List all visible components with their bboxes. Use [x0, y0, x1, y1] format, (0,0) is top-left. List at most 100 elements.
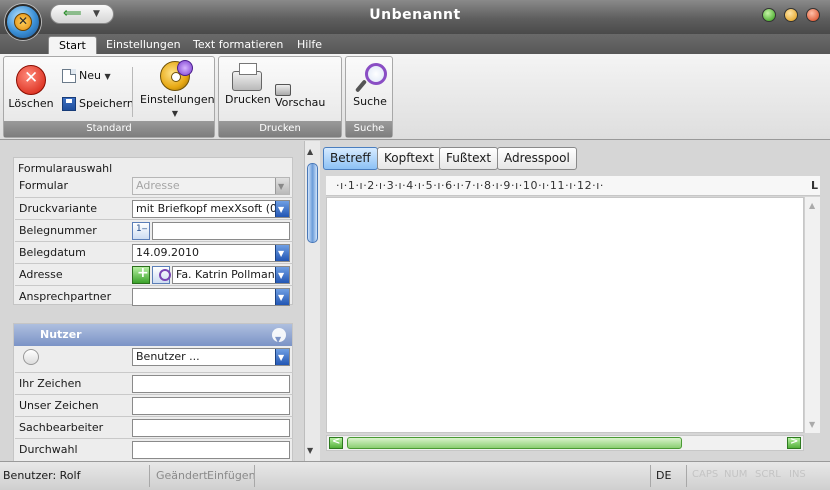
row-formular: Formular Adresse — [15, 175, 293, 197]
formular-dropdown-icon[interactable] — [275, 178, 289, 194]
status-scrl: SCRL — [755, 469, 781, 480]
user-section-header[interactable]: Nutzer — [14, 324, 292, 351]
row-durchwahl: Durchwahl — [15, 438, 293, 460]
row-druckvariante: Druckvariante mit Briefkopf mexXsoft (0) — [15, 197, 293, 219]
status-user: Benutzer: Rolf — [3, 469, 81, 482]
adresse-label: Adresse — [19, 268, 63, 281]
druckvariante-dropdown-icon[interactable] — [275, 201, 289, 217]
scroll-down-icon[interactable]: ▼ — [307, 446, 313, 455]
left-scroll-thumb[interactable] — [307, 163, 318, 243]
preview-button[interactable]: Vorschau — [275, 83, 341, 109]
group-standard: Löschen Neu ▼ Speichern Einstellungen ▼ … — [3, 56, 215, 138]
printer-icon — [232, 63, 262, 91]
tab-adresspool[interactable]: Adresspool — [497, 147, 577, 170]
ansprechpartner-dropdown-icon[interactable] — [275, 289, 289, 305]
druckvariante-label: Druckvariante — [19, 202, 98, 215]
ansprechpartner-label: Ansprechpartner — [19, 290, 112, 303]
delete-icon — [16, 65, 46, 95]
group-search-label: Suche — [346, 121, 392, 137]
ribbon-tab-row: Start Einstellungen Text formatieren Hil… — [0, 34, 830, 54]
form-selection-header: Formularauswahl — [18, 162, 113, 175]
scroll-left-icon[interactable] — [329, 436, 343, 449]
user-radio[interactable] — [23, 349, 39, 365]
status-num: NUM — [724, 469, 748, 480]
app-logo-icon — [14, 13, 32, 31]
benutzer-dropdown-icon[interactable] — [275, 349, 289, 365]
save-button[interactable]: Speichern — [62, 97, 134, 111]
row-belegdatum: Belegdatum 14.09.2010 — [15, 241, 293, 263]
save-icon — [62, 97, 76, 111]
delete-button[interactable]: Löschen — [8, 65, 54, 110]
scroll-right-icon[interactable] — [787, 436, 801, 449]
add-address-icon[interactable] — [132, 265, 150, 284]
ruler-marks: ·ı·1·ı·2·ı·3·ı·4·ı·5·ı·6·ı·7·ı·8·ı·9·ı·1… — [336, 179, 605, 192]
status-divider — [686, 465, 687, 487]
ruler[interactable]: ·ı·1·ı·2·ı·3·ı·4·ı·5·ı·6·ı·7·ı·8·ı·9·ı·1… — [326, 176, 820, 196]
status-divider — [149, 465, 150, 487]
window-title: Unbenannt — [369, 7, 461, 23]
left-panel-scrollbar[interactable]: ▲ ▼ — [304, 141, 320, 461]
address-search-icon[interactable] — [152, 266, 171, 284]
close-button[interactable] — [806, 8, 820, 22]
scroll-up-icon[interactable]: ▲ — [307, 147, 313, 156]
application-menu-button[interactable] — [5, 4, 41, 40]
editor-scroll-down-icon[interactable]: ▼ — [809, 420, 815, 429]
status-divider — [650, 465, 651, 487]
editor-horizontal-scrollbar[interactable] — [326, 435, 804, 451]
status-bar: Benutzer: Rolf Geändert Einfügen DE CAPS… — [0, 461, 830, 490]
date-dropdown-icon[interactable] — [275, 245, 289, 261]
user-card: Nutzer Benutzer ... Ihr Zeichen Unser Ze… — [13, 323, 293, 461]
status-changed: Geändert — [156, 469, 208, 482]
group-search: Suche Suche — [345, 56, 393, 138]
formular-select[interactable]: Adresse — [132, 177, 290, 195]
ihr-zeichen-label: Ihr Zeichen — [19, 377, 82, 390]
new-dropdown-icon: ▼ — [104, 72, 111, 81]
benutzer-select[interactable]: Benutzer ... — [132, 348, 290, 366]
status-ins: INS — [789, 469, 806, 480]
group-print: Drucken Vorschau Drucken — [218, 56, 342, 138]
editor-vertical-scrollbar[interactable]: ▲ ▼ — [804, 197, 820, 433]
minimize-button[interactable] — [762, 8, 776, 22]
unser-zeichen-input[interactable] — [132, 397, 290, 415]
new-label: Neu — [79, 69, 101, 82]
search-button[interactable]: Suche — [348, 63, 392, 108]
settings-button[interactable]: Einstellungen ▼ — [140, 60, 215, 119]
text-editor[interactable] — [326, 197, 804, 433]
tab-stop-icon[interactable]: L — [811, 179, 818, 192]
maximize-button[interactable] — [784, 8, 798, 22]
druckvariante-select[interactable]: mit Briefkopf mexXsoft (0) — [132, 200, 290, 218]
print-button[interactable]: Drucken — [225, 63, 271, 106]
tab-text-formatieren[interactable]: Text formatieren — [183, 36, 293, 54]
tab-start[interactable]: Start — [48, 36, 97, 54]
collapse-icon[interactable] — [272, 328, 286, 351]
formular-value: Adresse — [136, 179, 180, 192]
gears-icon — [160, 60, 193, 91]
ihr-zeichen-input[interactable] — [132, 375, 290, 393]
sachbearbeiter-input[interactable] — [132, 419, 290, 437]
tab-fusstext[interactable]: Fußtext — [439, 147, 499, 170]
delete-label: Löschen — [8, 97, 54, 110]
druckvariante-value: mit Briefkopf mexXsoft (0) — [136, 202, 282, 215]
tab-kopftext[interactable]: Kopftext — [377, 147, 441, 170]
new-button[interactable]: Neu ▼ — [62, 69, 111, 83]
ribbon-divider — [132, 67, 133, 117]
left-panel: Formularauswahl Formular Adresse Druckva… — [0, 141, 304, 461]
durchwahl-input[interactable] — [132, 441, 290, 459]
tab-einstellungen[interactable]: Einstellungen — [96, 36, 191, 54]
tab-hilfe[interactable]: Hilfe — [287, 36, 332, 54]
number-generator-icon[interactable] — [132, 222, 150, 240]
belegnummer-input[interactable] — [152, 222, 290, 240]
status-insert: Einfügen — [207, 469, 256, 482]
title-bar: ⟸ ▼ Unbenannt — [0, 0, 830, 34]
ansprechpartner-select[interactable] — [132, 288, 290, 306]
adresse-select[interactable]: Fa. Katrin Pollmann — [172, 266, 290, 284]
group-standard-label: Standard — [4, 121, 214, 137]
tab-betreff[interactable]: Betreff — [323, 147, 378, 170]
editor-scroll-up-icon[interactable]: ▲ — [809, 201, 815, 210]
durchwahl-label: Durchwahl — [19, 443, 78, 456]
belegdatum-select[interactable]: 14.09.2010 — [132, 244, 290, 262]
adresse-dropdown-icon[interactable] — [275, 267, 289, 283]
horizontal-scroll-thumb[interactable] — [347, 437, 682, 449]
status-language: DE — [656, 469, 672, 482]
search-label: Suche — [353, 95, 387, 108]
